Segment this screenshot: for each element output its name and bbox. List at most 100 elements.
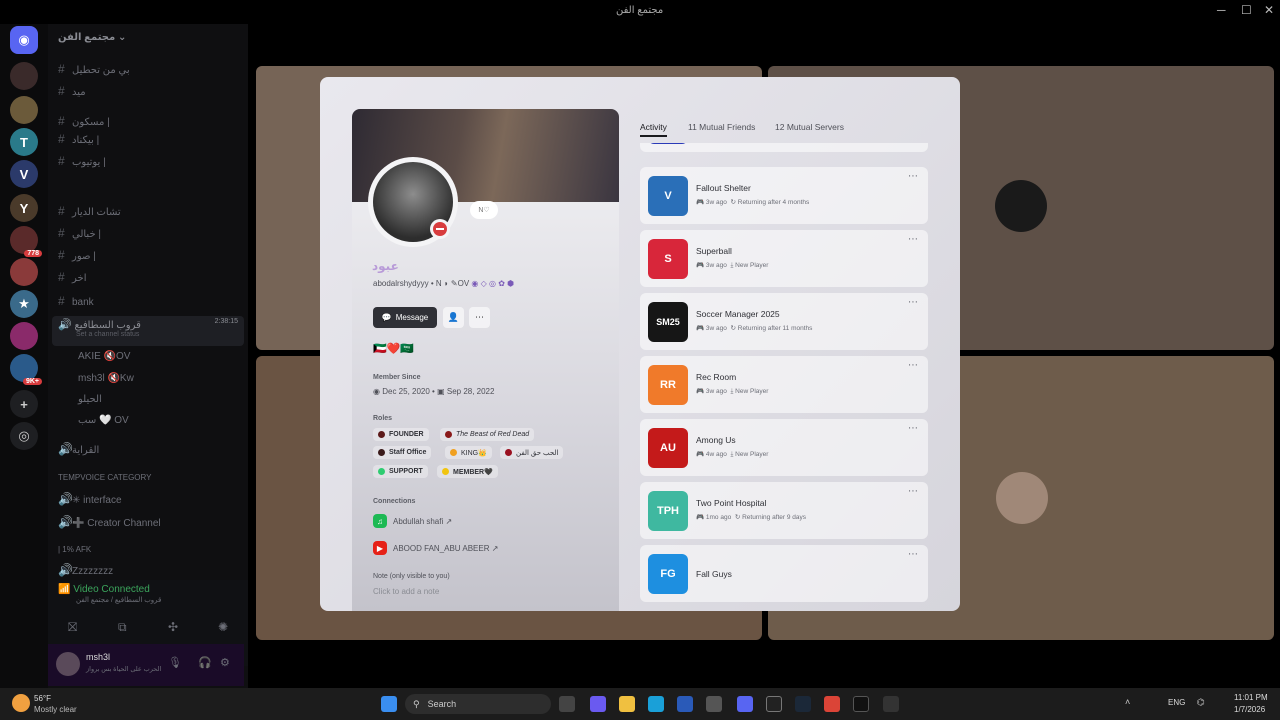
steam-icon[interactable]: [795, 696, 811, 712]
clock-time[interactable]: 11:01 PM: [1234, 693, 1268, 702]
maximize-button[interactable]: ☐: [1241, 3, 1252, 17]
server-icon[interactable]: V: [10, 160, 38, 188]
custom-status-bubble[interactable]: N ♡: [470, 201, 498, 219]
clock-date[interactable]: 1/7/2026: [1234, 705, 1265, 714]
language-indicator[interactable]: ENG: [1168, 698, 1185, 707]
server-icon[interactable]: [10, 258, 38, 286]
headphones-icon[interactable]: 🎧: [198, 656, 212, 669]
add-friend-button[interactable]: 👤: [443, 307, 464, 328]
soundboard-icon[interactable]: ✺: [218, 620, 228, 634]
tab-mutual-friends[interactable]: 11 Mutual Friends: [688, 122, 755, 132]
voice-channel[interactable]: 🔊➕ Creator Channel: [58, 515, 161, 529]
discord-home-icon[interactable]: ◉: [10, 26, 38, 54]
tray-overflow-icon[interactable]: ˄: [1125, 697, 1130, 707]
screen-share-icon[interactable]: ⧉: [118, 620, 127, 635]
connection-youtube[interactable]: ▶ ABOOD FAN_ABU ABEER ↗: [373, 541, 498, 555]
server-icon[interactable]: [10, 62, 38, 90]
explore-icon[interactable]: ◎: [10, 422, 38, 450]
server-icon[interactable]: [10, 322, 38, 350]
more-options-icon[interactable]: ⋯: [908, 423, 918, 434]
voice-channel[interactable]: 🔊✳ interface: [58, 492, 122, 506]
note-input[interactable]: Click to add a note: [373, 587, 439, 596]
store-icon[interactable]: [677, 696, 693, 712]
weather-temp[interactable]: 56°F: [34, 694, 51, 703]
more-options-icon[interactable]: ⋯: [908, 297, 918, 308]
discord-taskbar-icon[interactable]: [737, 696, 753, 712]
channel-item[interactable]: # بيكناد |: [58, 132, 99, 146]
weather-desc[interactable]: Mostly clear: [34, 705, 77, 714]
channel-item[interactable]: # صور |: [58, 248, 96, 262]
server-icon[interactable]: [10, 96, 38, 124]
badges[interactable]: ◉ ◇ ◎ ✿ ⬢: [471, 279, 514, 288]
more-options-icon[interactable]: ⋯: [908, 360, 918, 371]
taskbar-search[interactable]: ⚲ Search: [405, 694, 551, 714]
voice-member[interactable]: AKIE 🔇OV: [78, 351, 130, 362]
tab-activity[interactable]: Activity: [640, 122, 667, 137]
settings-gear-icon[interactable]: ⚙: [220, 656, 230, 669]
add-server-icon[interactable]: +: [10, 390, 38, 418]
voice-member[interactable]: سب 🤍 OV: [78, 415, 129, 426]
weather-icon[interactable]: [12, 694, 30, 712]
channel-item[interactable]: # مسكون |: [58, 114, 110, 128]
profile-avatar[interactable]: [368, 157, 458, 247]
server-icon[interactable]: ★: [10, 290, 38, 318]
activity-card[interactable]: RR Rec Room 🎮 3w ago ⤓ New Player ⋯: [640, 356, 928, 413]
more-options-icon[interactable]: ⋯: [908, 549, 918, 560]
activity-card[interactable]: AU Among Us 🎮 4w ago ⤓ New Player ⋯: [640, 419, 928, 476]
more-options-icon[interactable]: ⋯: [908, 234, 918, 245]
more-options-button[interactable]: ⋯: [469, 307, 490, 328]
voice-status[interactable]: Set a channel status: [76, 331, 238, 338]
file-explorer-icon[interactable]: [619, 696, 635, 712]
username[interactable]: abodalrshydyyy: [373, 279, 429, 288]
minimize-button[interactable]: ─: [1217, 3, 1226, 17]
tab-mutual-servers[interactable]: 12 Mutual Servers: [775, 122, 844, 132]
camera-off-icon[interactable]: ⛝: [68, 620, 77, 635]
channel-item[interactable]: # خبالي |: [58, 226, 101, 240]
voice-member[interactable]: الحيلو: [78, 394, 102, 405]
network-icon[interactable]: ⌬: [1197, 697, 1205, 708]
channel-item[interactable]: # ميد: [58, 84, 86, 98]
activity-card[interactable]: S Superball 🎮 3w ago ⤓ New Player ⋯: [640, 230, 928, 287]
camera-app-icon[interactable]: [706, 696, 722, 712]
close-button[interactable]: ✕: [1264, 3, 1274, 17]
chrome-icon[interactable]: [824, 696, 840, 712]
channel-item[interactable]: # اخر: [58, 270, 86, 284]
server-icon[interactable]: 778: [10, 226, 42, 257]
voice-channel[interactable]: 🔊القراية: [58, 442, 99, 456]
activity-card-partial[interactable]: [640, 143, 928, 152]
server-icon[interactable]: T: [10, 128, 38, 156]
copilot-icon[interactable]: [590, 696, 606, 712]
voice-channel-active[interactable]: 🔊 قروب السطافيع 2:38:15 Set a channel st…: [52, 316, 244, 346]
channel-item[interactable]: # bank: [58, 294, 94, 308]
clan-tag[interactable]: ✎OV: [451, 279, 469, 288]
role-pill[interactable]: FOUNDER: [373, 428, 429, 441]
start-button[interactable]: [381, 696, 397, 712]
category-header[interactable]: | 1% AFK: [58, 545, 91, 554]
role-pill[interactable]: Staff Office: [373, 446, 432, 459]
more-options-icon[interactable]: ⋯: [908, 171, 918, 182]
voice-member[interactable]: msh3l 🔇Kw: [78, 373, 134, 384]
channel-item[interactable]: # بي من تحطيل: [58, 62, 130, 76]
activity-card[interactable]: TPH Two Point Hospital 🎮 1mo ago ↻ Retur…: [640, 482, 928, 539]
message-button[interactable]: 💬 Message: [373, 307, 437, 328]
server-icon[interactable]: Y: [10, 194, 38, 222]
app-icon[interactable]: [883, 696, 899, 712]
category-header[interactable]: TEMPVOICE CATEGORY: [58, 473, 152, 482]
server-name[interactable]: مجتمع الفن ⌄: [58, 32, 126, 43]
epic-games-icon[interactable]: [766, 696, 782, 712]
role-pill[interactable]: The Beast of Red Dead: [440, 428, 535, 441]
connection-spotify[interactable]: ♫ Abdullah shafi ↗: [373, 514, 452, 528]
channel-item[interactable]: # يوتيوب |: [58, 154, 106, 168]
server-icon[interactable]: 9K+: [10, 354, 42, 385]
participant-avatar[interactable]: [996, 472, 1048, 524]
edge-icon[interactable]: [648, 696, 664, 712]
role-pill[interactable]: MEMBER🖤: [437, 465, 498, 478]
activity-card[interactable]: SM25 Soccer Manager 2025 🎮 3w ago ↻ Retu…: [640, 293, 928, 350]
terminal-icon[interactable]: [853, 696, 869, 712]
more-options-icon[interactable]: ⋯: [908, 486, 918, 497]
activity-card[interactable]: V Fallout Shelter 🎮 3w ago ↻ Returning a…: [640, 167, 928, 224]
voice-channel[interactable]: 🔊Zzzzzzzz: [58, 563, 113, 577]
participant-avatar[interactable]: [995, 180, 1047, 232]
activities-icon[interactable]: ✣: [168, 620, 178, 634]
avatar[interactable]: [56, 652, 80, 676]
